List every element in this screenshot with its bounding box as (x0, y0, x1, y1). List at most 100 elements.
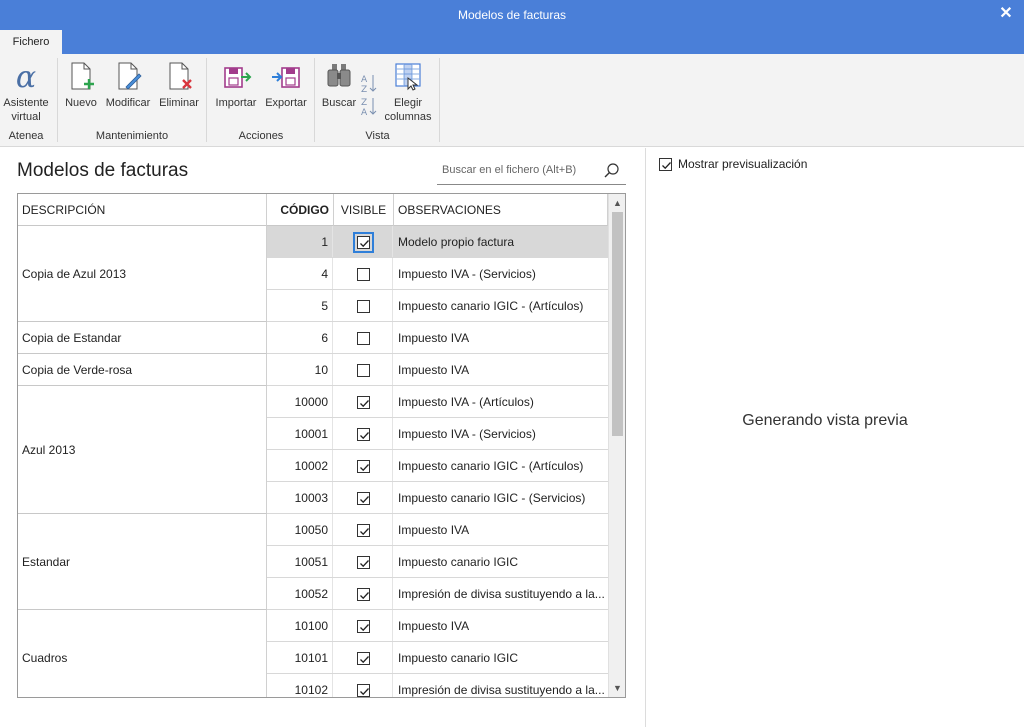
visible-cell (334, 354, 393, 385)
table-row[interactable]: 10002 Impuesto canario IGIC - (Artículos) (267, 450, 608, 482)
code-cell: 10102 (267, 674, 333, 697)
description-cell[interactable]: Copia de Estandar (18, 322, 267, 354)
code-cell: 10 (267, 354, 333, 385)
observaciones-cell: Impuesto canario IGIC - (Servicios) (398, 491, 586, 505)
visible-checkbox[interactable] (357, 332, 370, 345)
preview-status-text: Generando vista previa (742, 412, 908, 429)
column-header-observaciones[interactable]: OBSERVACIONES (394, 194, 608, 226)
show-preview-checkbox[interactable] (659, 158, 672, 171)
group-label-vista: Vista (365, 130, 390, 142)
buscar-button[interactable]: Buscar (320, 58, 358, 110)
scroll-up-icon[interactable]: ▲ (612, 196, 623, 210)
exportar-label: Exportar (265, 97, 307, 109)
visible-checkbox[interactable] (357, 588, 370, 601)
binoculars-icon (327, 64, 351, 87)
table-row[interactable]: 10 Impuesto IVA (267, 354, 608, 386)
table-row[interactable]: 4 Impuesto IVA - (Servicios) (267, 258, 608, 290)
import-icon (224, 67, 252, 88)
visible-checkbox[interactable] (357, 428, 370, 441)
description-cell[interactable]: Cuadros (18, 610, 267, 697)
tab-strip: Fichero (0, 30, 1024, 54)
table-row[interactable]: 5 Impuesto canario IGIC - (Artículos) (267, 290, 608, 322)
column-header-descripcion[interactable]: DESCRIPCIÓN (18, 194, 267, 226)
search-box[interactable]: Buscar en el fichero (Alt+B) (437, 159, 626, 185)
description-cell[interactable]: Azul 2013 (18, 386, 267, 514)
visible-checkbox[interactable] (357, 684, 370, 697)
eliminar-label: Eliminar (159, 97, 199, 109)
visible-cell (334, 226, 393, 257)
sort-button[interactable]: A Z Z A (359, 58, 379, 116)
visible-checkbox[interactable] (357, 620, 370, 633)
visible-cell (334, 258, 393, 289)
table-row[interactable]: 10050 Impuesto IVA (267, 514, 608, 546)
table-row[interactable]: 10052 Impresión de divisa sustituyendo a … (267, 578, 608, 610)
modificar-button[interactable]: Modificar (102, 58, 154, 110)
table-row[interactable]: 10101 Impuesto canario IGIC (267, 642, 608, 674)
close-icon[interactable]: ✕ (998, 0, 1014, 30)
new-document-icon (71, 62, 94, 90)
table-row[interactable]: 10051 Impuesto canario IGIC (267, 546, 608, 578)
svg-text:Z: Z (361, 85, 367, 95)
tab-fichero[interactable]: Fichero (0, 30, 62, 54)
export-icon (272, 67, 300, 88)
buscar-label: Buscar (321, 97, 357, 109)
table-row[interactable]: 10102 Impresión de divisa sustituyendo a … (267, 674, 608, 697)
group-label-atenea: Atenea (8, 130, 44, 142)
invoice-models-grid[interactable]: DESCRIPCIÓN CÓDIGO VISIBLE OBSERVACIONES… (17, 193, 626, 698)
table-row[interactable]: 10003 Impuesto canario IGIC - (Servicios) (267, 482, 608, 514)
code-cell: 6 (267, 322, 333, 353)
asistente-virtual-button[interactable]: α Asistente virtual (2, 58, 50, 124)
elegir-columnas-button[interactable]: Elegir columnas (382, 58, 434, 124)
description-cell[interactable]: Estandar (18, 514, 267, 610)
observaciones-cell: Impuesto canario IGIC (398, 555, 519, 569)
table-row[interactable]: 6 Impuesto IVA (267, 322, 608, 354)
checkmark-icon (360, 592, 369, 600)
visible-checkbox[interactable] (357, 556, 370, 569)
checkmark-icon (360, 240, 369, 248)
visible-cell (334, 386, 393, 417)
checkmark-icon (360, 496, 369, 504)
observaciones-cell: Impuesto canario IGIC (398, 651, 519, 665)
visible-cell (334, 514, 393, 545)
visible-checkbox[interactable] (357, 268, 370, 281)
exportar-button[interactable]: Exportar (263, 58, 309, 110)
visible-checkbox[interactable] (353, 232, 374, 253)
column-header-visible[interactable]: VISIBLE (334, 194, 394, 226)
observaciones-cell: Impuesto IVA (398, 619, 470, 633)
description-cell[interactable]: Copia de Azul 2013 (18, 226, 267, 322)
group-label-acciones: Acciones (238, 130, 284, 142)
observaciones-cell: Impuesto canario IGIC - (Artículos) (398, 299, 584, 313)
checkmark-icon (360, 400, 369, 408)
show-preview-label[interactable]: Mostrar previsualización (678, 157, 807, 171)
table-row[interactable]: 10001 Impuesto IVA - (Servicios) (267, 418, 608, 450)
vertical-scrollbar[interactable]: ▲ ▼ (608, 194, 625, 697)
scroll-down-icon[interactable]: ▼ (612, 681, 623, 695)
table-row[interactable]: 10100 Impuesto IVA (267, 610, 608, 642)
search-input[interactable]: Buscar en el fichero (Alt+B) (442, 164, 576, 176)
visible-checkbox[interactable] (357, 524, 370, 537)
visible-checkbox[interactable] (357, 396, 370, 409)
nuevo-button[interactable]: Nuevo (62, 58, 100, 110)
column-header-codigo[interactable]: CÓDIGO (267, 194, 334, 226)
visible-cell (334, 418, 393, 449)
main-panel: Modelos de facturas Buscar en el fichero… (0, 148, 645, 727)
description-cell[interactable]: Copia de Verde-rosa (18, 354, 267, 386)
svg-text:Z: Z (361, 98, 367, 108)
eliminar-button[interactable]: Eliminar (157, 58, 201, 110)
visible-checkbox[interactable] (357, 300, 370, 313)
visible-checkbox[interactable] (357, 492, 370, 505)
checkmark-icon (662, 162, 671, 170)
visible-cell (334, 546, 393, 577)
table-row[interactable]: 10000 Impuesto IVA - (Artículos) (267, 386, 608, 418)
visible-cell (334, 482, 393, 513)
visible-checkbox[interactable] (357, 364, 370, 377)
visible-checkbox[interactable] (357, 652, 370, 665)
table-row[interactable]: 1 Modelo propio factura (267, 226, 608, 258)
visible-checkbox[interactable] (357, 460, 370, 473)
svg-text:A: A (361, 108, 368, 116)
scrollbar-thumb[interactable] (612, 212, 623, 436)
code-cell: 1 (267, 226, 333, 257)
search-icon[interactable] (603, 162, 621, 180)
importar-button[interactable]: Importar (212, 58, 260, 110)
code-cell: 10100 (267, 610, 333, 641)
